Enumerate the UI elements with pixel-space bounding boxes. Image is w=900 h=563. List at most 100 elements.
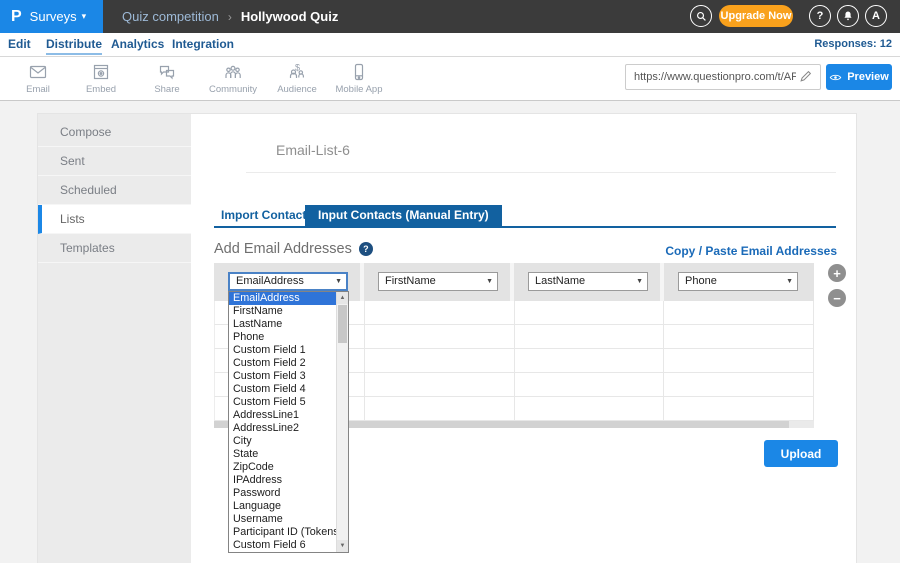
survey-url-input[interactable] xyxy=(625,64,821,90)
dropdown-option[interactable]: IPAddress xyxy=(229,474,336,487)
table-cell[interactable] xyxy=(664,397,814,420)
page-title: Email-List-6 xyxy=(276,142,350,158)
select-caret-icon: ▼ xyxy=(486,273,493,290)
table-cell[interactable] xyxy=(515,301,665,324)
toolbar-item-email[interactable]: Email xyxy=(5,62,71,95)
question-icon: ? xyxy=(817,10,824,22)
audience-icon: $ xyxy=(287,62,307,82)
dropdown-option[interactable]: Password xyxy=(229,487,336,500)
responses-count[interactable]: Responses: 12 xyxy=(814,33,892,56)
pencil-icon xyxy=(799,69,813,83)
section-header: Add Email Addresses ? xyxy=(214,241,373,257)
table-cell[interactable] xyxy=(365,397,515,420)
table-cell[interactable] xyxy=(365,301,515,324)
select-value: LastName xyxy=(535,275,585,287)
dropdown-option[interactable]: Username xyxy=(229,513,336,526)
toolbar-item-community[interactable]: Community xyxy=(200,62,266,95)
upload-button[interactable]: Upload xyxy=(764,440,838,467)
phone-column-select[interactable]: Phone ▼ xyxy=(678,272,798,291)
dropdown-option[interactable]: ZipCode xyxy=(229,461,336,474)
help-icon[interactable]: ? xyxy=(359,242,373,256)
dropdown-scrollbar[interactable]: ▲ ▼ xyxy=(336,292,348,552)
dropdown-option[interactable]: City xyxy=(229,435,336,448)
sidebar-item-compose[interactable]: Compose xyxy=(38,118,191,147)
toolbar-item-label: Share xyxy=(154,84,179,95)
avatar-button[interactable]: A xyxy=(865,5,887,27)
scroll-up-button[interactable]: ▲ xyxy=(337,292,348,304)
email-address-column-select[interactable]: EmailAddress ▼ xyxy=(228,272,348,291)
table-cell[interactable] xyxy=(664,349,814,372)
table-cell[interactable] xyxy=(515,349,665,372)
toolbar-item-audience[interactable]: $ Audience xyxy=(264,62,330,95)
dropdown-option[interactable]: Custom Field 5 xyxy=(229,396,336,409)
dropdown-option[interactable]: Custom Field 4 xyxy=(229,383,336,396)
copy-paste-email-addresses-link[interactable]: Copy / Paste Email Addresses xyxy=(665,244,837,258)
table-cell[interactable] xyxy=(664,373,814,396)
list-content: Email-List-6 Import Contacts Input Conta… xyxy=(191,114,856,563)
toolbar-item-label: Mobile App xyxy=(335,84,382,95)
table-cell[interactable] xyxy=(365,325,515,348)
select-caret-icon: ▼ xyxy=(335,274,342,289)
select-caret-icon: ▼ xyxy=(636,273,643,290)
dropdown-option[interactable]: EmailAddress xyxy=(229,292,336,305)
table-cell[interactable] xyxy=(664,325,814,348)
column-phone: Phone ▼ xyxy=(664,263,814,301)
breadcrumb-survey: Hollywood Quiz xyxy=(241,9,339,24)
dropdown-option[interactable]: Custom Field 3 xyxy=(229,370,336,383)
edit-url-button[interactable] xyxy=(799,69,813,83)
table-cell[interactable] xyxy=(515,325,665,348)
dropdown-option[interactable]: Participant ID (Tokens) xyxy=(229,526,336,539)
nav-tab-distribute[interactable]: Distribute xyxy=(46,33,102,56)
dropdown-option[interactable]: State xyxy=(229,448,336,461)
tab-input-contacts-manual-entry[interactable]: Input Contacts (Manual Entry) xyxy=(305,205,502,226)
chevron-down-icon: ▾ xyxy=(82,11,87,22)
plus-icon: + xyxy=(833,267,841,280)
select-value: FirstName xyxy=(385,275,436,287)
table-cell[interactable] xyxy=(365,373,515,396)
dropdown-option[interactable]: LastName xyxy=(229,318,336,331)
toolbar-item-share[interactable]: Share xyxy=(134,62,200,95)
tab-import-contacts[interactable]: Import Contacts xyxy=(221,205,313,226)
minus-icon: − xyxy=(833,292,841,305)
first-name-column-select[interactable]: FirstName ▼ xyxy=(378,272,498,291)
dropdown-option[interactable]: AddressLine2 xyxy=(229,422,336,435)
table-cell[interactable] xyxy=(664,301,814,324)
dropdown-option[interactable]: Custom Field 2 xyxy=(229,357,336,370)
dropdown-option[interactable]: FirstName xyxy=(229,305,336,318)
dropdown-option[interactable]: Phone xyxy=(229,331,336,344)
nav-tab-edit[interactable]: Edit xyxy=(8,33,31,56)
toolbar-item-label: Community xyxy=(209,84,257,95)
column-last-name: LastName ▼ xyxy=(514,263,664,301)
sidebar-item-scheduled[interactable]: Scheduled xyxy=(38,176,191,205)
search-button[interactable] xyxy=(690,5,712,27)
scroll-down-button[interactable]: ▼ xyxy=(337,540,348,552)
sidebar: Compose Sent Scheduled Lists Templates xyxy=(38,114,191,563)
embed-icon xyxy=(91,62,111,82)
help-button[interactable]: ? xyxy=(809,5,831,27)
table-cell[interactable] xyxy=(515,373,665,396)
nav-tab-integration[interactable]: Integration xyxy=(172,33,234,56)
preview-button[interactable]: Preview xyxy=(826,64,892,90)
toolbar-item-mobile-app[interactable]: Mobile App xyxy=(326,62,392,95)
toolbar-item-embed[interactable]: Embed xyxy=(68,62,134,95)
dropdown-scrollbar-thumb[interactable] xyxy=(338,305,347,343)
sidebar-item-sent[interactable]: Sent xyxy=(38,147,191,176)
remove-row-button[interactable]: − xyxy=(828,289,846,307)
add-row-button[interactable]: + xyxy=(828,264,846,282)
toolbar-item-label: Embed xyxy=(86,84,116,95)
notifications-button[interactable] xyxy=(837,5,859,27)
breadcrumb-folder[interactable]: Quiz competition xyxy=(122,9,219,24)
dropdown-option[interactable]: AddressLine1 xyxy=(229,409,336,422)
column-first-name: FirstName ▼ xyxy=(364,263,514,301)
upgrade-now-button[interactable]: Upgrade Now xyxy=(719,5,793,27)
table-cell[interactable] xyxy=(515,397,665,420)
dropdown-option[interactable]: Language xyxy=(229,500,336,513)
surveys-menu-button[interactable]: P Surveys ▾ xyxy=(0,0,103,33)
dropdown-option[interactable]: Custom Field 1 xyxy=(229,344,336,357)
sidebar-item-lists[interactable]: Lists xyxy=(38,205,191,234)
sidebar-item-templates[interactable]: Templates xyxy=(38,234,191,263)
last-name-column-select[interactable]: LastName ▼ xyxy=(528,272,648,291)
nav-tab-analytics[interactable]: Analytics xyxy=(111,33,164,56)
table-cell[interactable] xyxy=(365,349,515,372)
dropdown-option[interactable]: Custom Field 6 xyxy=(229,539,336,552)
